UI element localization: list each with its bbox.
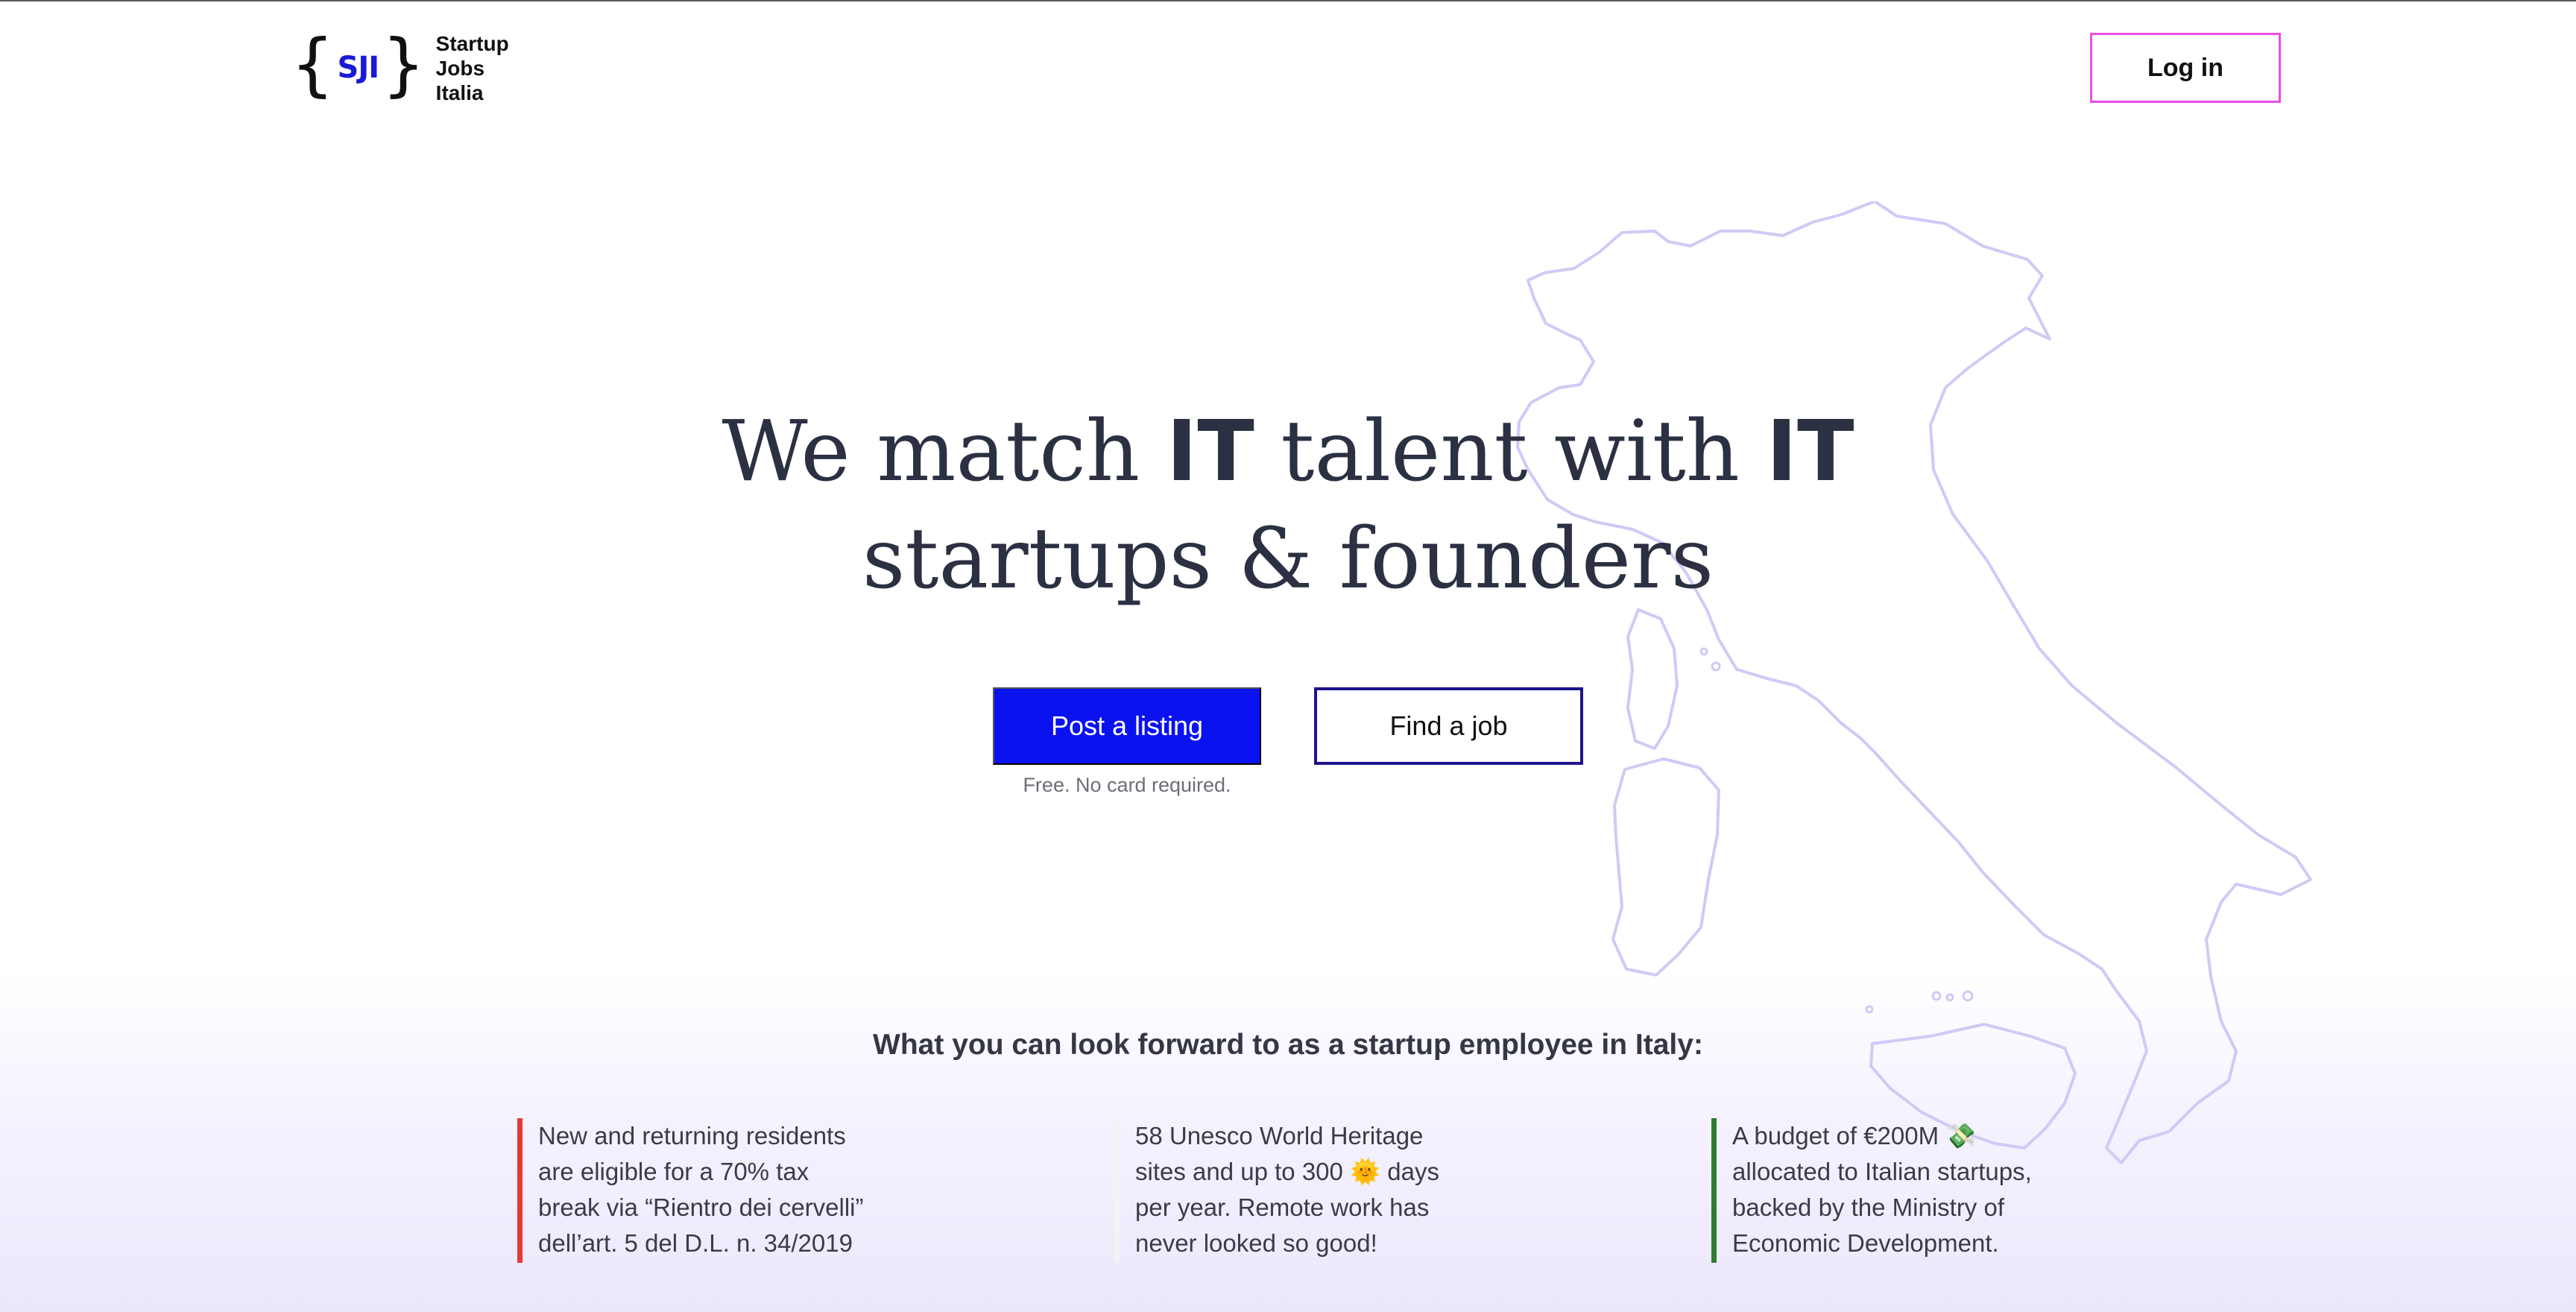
cta-row: Post a listing Find a job bbox=[993, 687, 1583, 765]
login-button[interactable]: Log in bbox=[2090, 33, 2281, 103]
logo-initials: SJI bbox=[337, 51, 380, 85]
benefit-item: New and returning residents are eligible… bbox=[517, 1118, 868, 1263]
logo-word-1: Startup bbox=[435, 31, 509, 55]
hero-title: We match IT talent with IT startups & fo… bbox=[0, 398, 2576, 613]
right-brace-icon: } bbox=[382, 25, 426, 104]
logo-wordmark: Startup Jobs Italia bbox=[436, 31, 509, 105]
benefit-text: 58 Unesco World Heritage sites and up to… bbox=[1135, 1122, 1440, 1257]
site-header: { SJI } Startup Jobs Italia Log in bbox=[0, 0, 2576, 134]
logo-word-3: Italia bbox=[435, 81, 484, 104]
benefit-accent-bar bbox=[517, 1118, 523, 1263]
benefit-item: A budget of €200M 💸 allocated to Italian… bbox=[1711, 1118, 2062, 1263]
hero-title-it-2: IT bbox=[1766, 403, 1854, 500]
hero-title-part-1: We match bbox=[722, 403, 1167, 500]
benefit-item: 58 Unesco World Heritage sites and up to… bbox=[1114, 1118, 1465, 1263]
hero-title-line-2: startups & founders bbox=[862, 511, 1714, 608]
benefit-text: A budget of €200M 💸 allocated to Italian… bbox=[1732, 1122, 2032, 1257]
logo-mark: { SJI } bbox=[291, 25, 426, 104]
italy-map-icon bbox=[1516, 201, 2312, 1164]
benefits-title: What you can look forward to as a startu… bbox=[873, 1029, 1703, 1062]
logo-word-2: Jobs bbox=[435, 56, 485, 80]
find-job-button[interactable]: Find a job bbox=[1314, 687, 1583, 765]
post-listing-button[interactable]: Post a listing bbox=[993, 687, 1261, 765]
benefit-accent-bar bbox=[1114, 1118, 1120, 1263]
brand-logo[interactable]: { SJI } Startup Jobs Italia bbox=[291, 27, 509, 109]
hero-title-part-2: talent with bbox=[1254, 403, 1767, 500]
benefit-accent-bar bbox=[1711, 1118, 1717, 1263]
hero-title-it-1: IT bbox=[1166, 403, 1254, 500]
benefit-text: New and returning residents are eligible… bbox=[538, 1122, 864, 1257]
left-brace-icon: { bbox=[291, 25, 335, 104]
free-note: Free. No card required. bbox=[1023, 774, 1231, 796]
benefits-list: New and returning residents are eligible… bbox=[517, 1118, 2157, 1267]
